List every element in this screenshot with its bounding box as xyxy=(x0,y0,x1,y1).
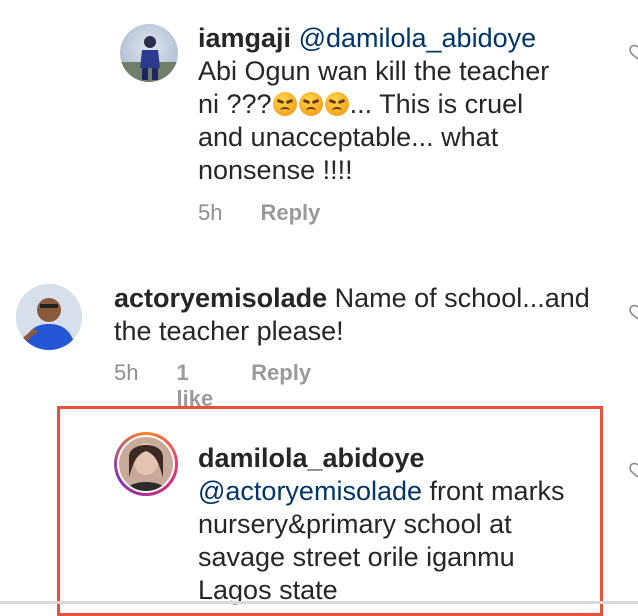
mention-link[interactable]: @damilola_abidoye xyxy=(299,23,537,53)
comment-username[interactable]: damilola_abidoye xyxy=(198,442,598,475)
avatar-person-icon xyxy=(119,437,173,491)
comment-text: front marks xyxy=(429,476,565,506)
comment-time: 5h xyxy=(114,360,139,385)
comment-text: nonsense !!!! xyxy=(198,155,353,185)
reply-button[interactable]: Reply xyxy=(260,200,320,226)
reply-button[interactable]: Reply xyxy=(251,360,311,412)
comment-username[interactable]: iamgaji xyxy=(198,23,291,53)
comment-text-line: ni ???... This is cruel xyxy=(198,89,524,119)
like-heart-icon[interactable] xyxy=(628,462,638,478)
avatar-figure-icon xyxy=(120,36,178,82)
avatar-story-ring[interactable] xyxy=(114,432,178,496)
comment-time: 5h xyxy=(198,200,223,225)
likes-count[interactable]: 1 like xyxy=(176,360,213,412)
avatar[interactable] xyxy=(16,284,82,350)
comment-text: Name of school...and xyxy=(334,283,590,313)
comment-text: and unacceptable... what xyxy=(198,122,499,152)
comment-username[interactable]: actoryemisolade xyxy=(114,283,327,313)
comment-text: savage street orile iganmu xyxy=(198,542,515,572)
angry-face-icon xyxy=(298,92,323,116)
like-heart-icon[interactable] xyxy=(628,44,638,60)
like-heart-icon[interactable] xyxy=(628,304,638,320)
comment-text: nursery&primary school at xyxy=(198,509,512,539)
angry-face-icon xyxy=(272,92,297,116)
avatar-person-icon xyxy=(16,284,82,350)
mention-link[interactable]: @actoryemisolade xyxy=(198,476,422,506)
avatar[interactable] xyxy=(120,24,178,82)
comment-text: the teacher please! xyxy=(114,316,344,346)
angry-face-icon xyxy=(324,92,349,116)
comment-text: Abi Ogun wan kill the teacher xyxy=(198,56,550,86)
